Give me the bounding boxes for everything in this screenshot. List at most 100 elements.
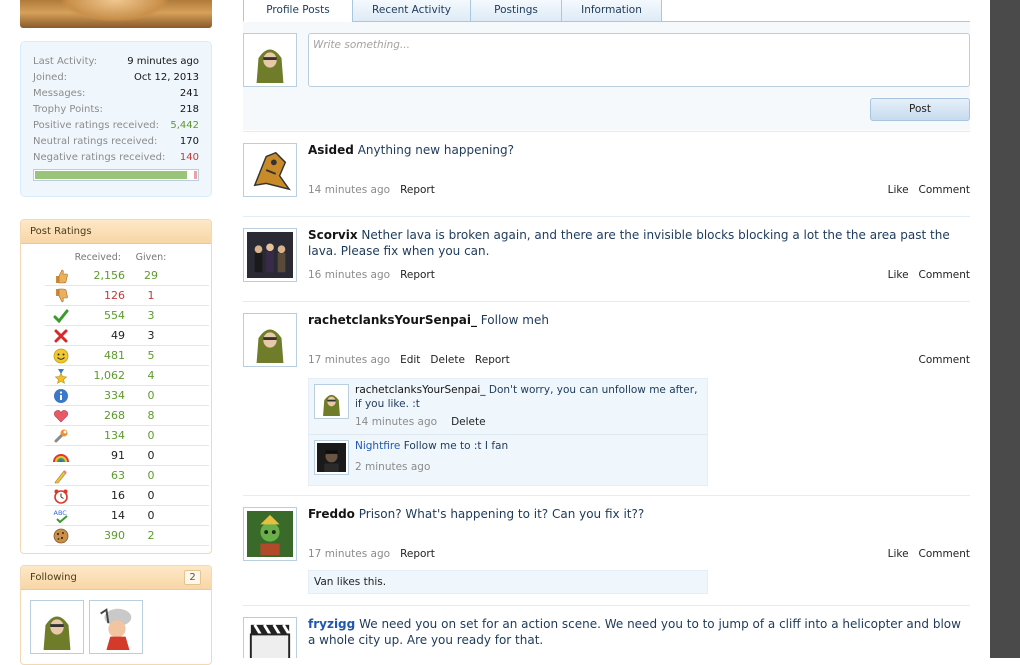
- hooded-figure-icon: [247, 317, 293, 363]
- comment-time[interactable]: 14 minutes ago: [355, 416, 437, 428]
- rating-row: ABC 14 0: [45, 506, 209, 526]
- following-block: Following 2: [20, 565, 212, 665]
- received-count[interactable]: 91: [77, 446, 131, 466]
- report-link[interactable]: Report: [400, 184, 435, 196]
- post-author[interactable]: fryzigg: [308, 617, 355, 631]
- post-time[interactable]: 17 minutes ago: [308, 548, 390, 560]
- comment-link[interactable]: Comment: [919, 354, 970, 366]
- post-avatar[interactable]: [243, 617, 297, 658]
- comment-body: Nightfire Follow me to :t I fan: [355, 439, 700, 453]
- given-count[interactable]: 3: [131, 326, 171, 346]
- ratings-table: Received: Given: 2,156 29 126 1 554 3 49 3 481 5 1…: [45, 250, 209, 546]
- stat-label: Last Activity:: [33, 56, 98, 67]
- received-count[interactable]: 49: [77, 326, 131, 346]
- given-count[interactable]: 0: [131, 506, 171, 526]
- given-count[interactable]: 0: [131, 386, 171, 406]
- received-count[interactable]: 14: [77, 506, 131, 526]
- comment-author[interactable]: Nightfire: [355, 440, 400, 452]
- star-medal-icon: [45, 368, 77, 384]
- profile-avatar[interactable]: [20, 0, 212, 28]
- tab-profile-posts[interactable]: Profile Posts: [243, 0, 353, 22]
- given-count[interactable]: 0: [131, 486, 171, 506]
- comment-avatar[interactable]: [314, 440, 349, 475]
- post-ratings-block: Post Ratings Received: Given: 2,156 29 126…: [20, 219, 212, 554]
- comment-time[interactable]: 2 minutes ago: [355, 461, 430, 473]
- given-count[interactable]: 5: [131, 346, 171, 366]
- stat-row: Trophy Points: 218: [33, 102, 199, 118]
- received-count[interactable]: 268: [77, 406, 131, 426]
- post-time[interactable]: 17 minutes ago: [308, 354, 390, 366]
- report-link[interactable]: Report: [400, 548, 435, 560]
- stat-value[interactable]: 241: [180, 86, 199, 102]
- post-button[interactable]: Post: [870, 98, 970, 121]
- received-count[interactable]: 126: [77, 286, 131, 306]
- received-count[interactable]: 2,156: [77, 266, 131, 286]
- comment-link[interactable]: Comment: [919, 184, 970, 196]
- received-count[interactable]: 334: [77, 386, 131, 406]
- report-link[interactable]: Report: [400, 269, 435, 281]
- given-count[interactable]: 1: [131, 286, 171, 306]
- stat-value: 170: [179, 136, 199, 147]
- given-count[interactable]: 2: [131, 526, 171, 546]
- edit-link[interactable]: Edit: [400, 354, 420, 366]
- given-count[interactable]: 29: [131, 266, 171, 286]
- post-author[interactable]: Scorvix: [308, 228, 358, 242]
- like-link[interactable]: Like: [888, 269, 909, 281]
- received-count[interactable]: 16: [77, 486, 131, 506]
- given-count[interactable]: 4: [131, 366, 171, 386]
- stat-value: 140: [179, 152, 199, 163]
- post-author[interactable]: Asided: [308, 143, 354, 157]
- received-count[interactable]: 1,062: [77, 366, 131, 386]
- composer-avatar[interactable]: [243, 33, 297, 87]
- rating-row: 2,156 29: [45, 266, 209, 286]
- profile-post: Freddo Prison? What's happening to it? C…: [243, 495, 970, 605]
- stat-value: 5,442: [170, 120, 199, 131]
- likes-summary[interactable]: Van likes this.: [308, 570, 708, 594]
- comment-author[interactable]: rachetclanksYourSenpai_: [355, 384, 486, 396]
- post-time[interactable]: 14 minutes ago: [308, 184, 390, 196]
- stat-value[interactable]: 218: [180, 102, 199, 118]
- following-count[interactable]: 2: [184, 570, 201, 585]
- tab-postings[interactable]: Postings: [470, 0, 562, 22]
- stat-row: Last Activity: 9 minutes ago: [33, 54, 199, 70]
- comment-link[interactable]: Comment: [919, 269, 970, 281]
- following-title-text: Following: [30, 572, 77, 583]
- like-link[interactable]: Like: [888, 548, 909, 560]
- comments-list: rachetclanksYourSenpai_ Don't worry, you…: [308, 378, 708, 486]
- post-body: Asided Anything new happening?: [308, 142, 970, 158]
- post-author[interactable]: Freddo: [308, 507, 355, 521]
- received-count[interactable]: 554: [77, 306, 131, 326]
- tab-recent-activity[interactable]: Recent Activity: [352, 0, 471, 22]
- like-link[interactable]: Like: [888, 184, 909, 196]
- following-avatar[interactable]: [89, 600, 143, 654]
- spellcheck-icon: ABC: [45, 508, 77, 524]
- received-count[interactable]: 390: [77, 526, 131, 546]
- rating-row: 481 5: [45, 346, 209, 366]
- post-actions: Like Comment: [888, 269, 970, 281]
- delete-link[interactable]: Delete: [430, 354, 465, 366]
- received-count[interactable]: 134: [77, 426, 131, 446]
- post-avatar[interactable]: [243, 143, 297, 197]
- comment-link[interactable]: Comment: [919, 548, 970, 560]
- status-input[interactable]: [308, 33, 970, 87]
- delete-link[interactable]: Delete: [451, 416, 486, 428]
- given-count[interactable]: 8: [131, 406, 171, 426]
- post-meta: 17 minutes ago Report Like Comment: [308, 546, 970, 562]
- post-avatar[interactable]: [243, 228, 297, 282]
- comment-avatar[interactable]: [314, 384, 349, 419]
- given-count[interactable]: 3: [131, 306, 171, 326]
- rating-bar-negative: [194, 171, 197, 179]
- post-time[interactable]: 16 minutes ago: [308, 269, 390, 281]
- post-author[interactable]: rachetclanksYourSenpai_: [308, 313, 477, 327]
- tab-information[interactable]: Information: [561, 0, 662, 22]
- received-count[interactable]: 481: [77, 346, 131, 366]
- post-avatar[interactable]: [243, 313, 297, 367]
- given-count[interactable]: 0: [131, 446, 171, 466]
- post-avatar[interactable]: [243, 507, 297, 561]
- given-count[interactable]: 0: [131, 466, 171, 486]
- report-link[interactable]: Report: [475, 354, 510, 366]
- rating-row: 49 3: [45, 326, 209, 346]
- received-count[interactable]: 63: [77, 466, 131, 486]
- following-avatar[interactable]: [30, 600, 84, 654]
- given-count[interactable]: 0: [131, 426, 171, 446]
